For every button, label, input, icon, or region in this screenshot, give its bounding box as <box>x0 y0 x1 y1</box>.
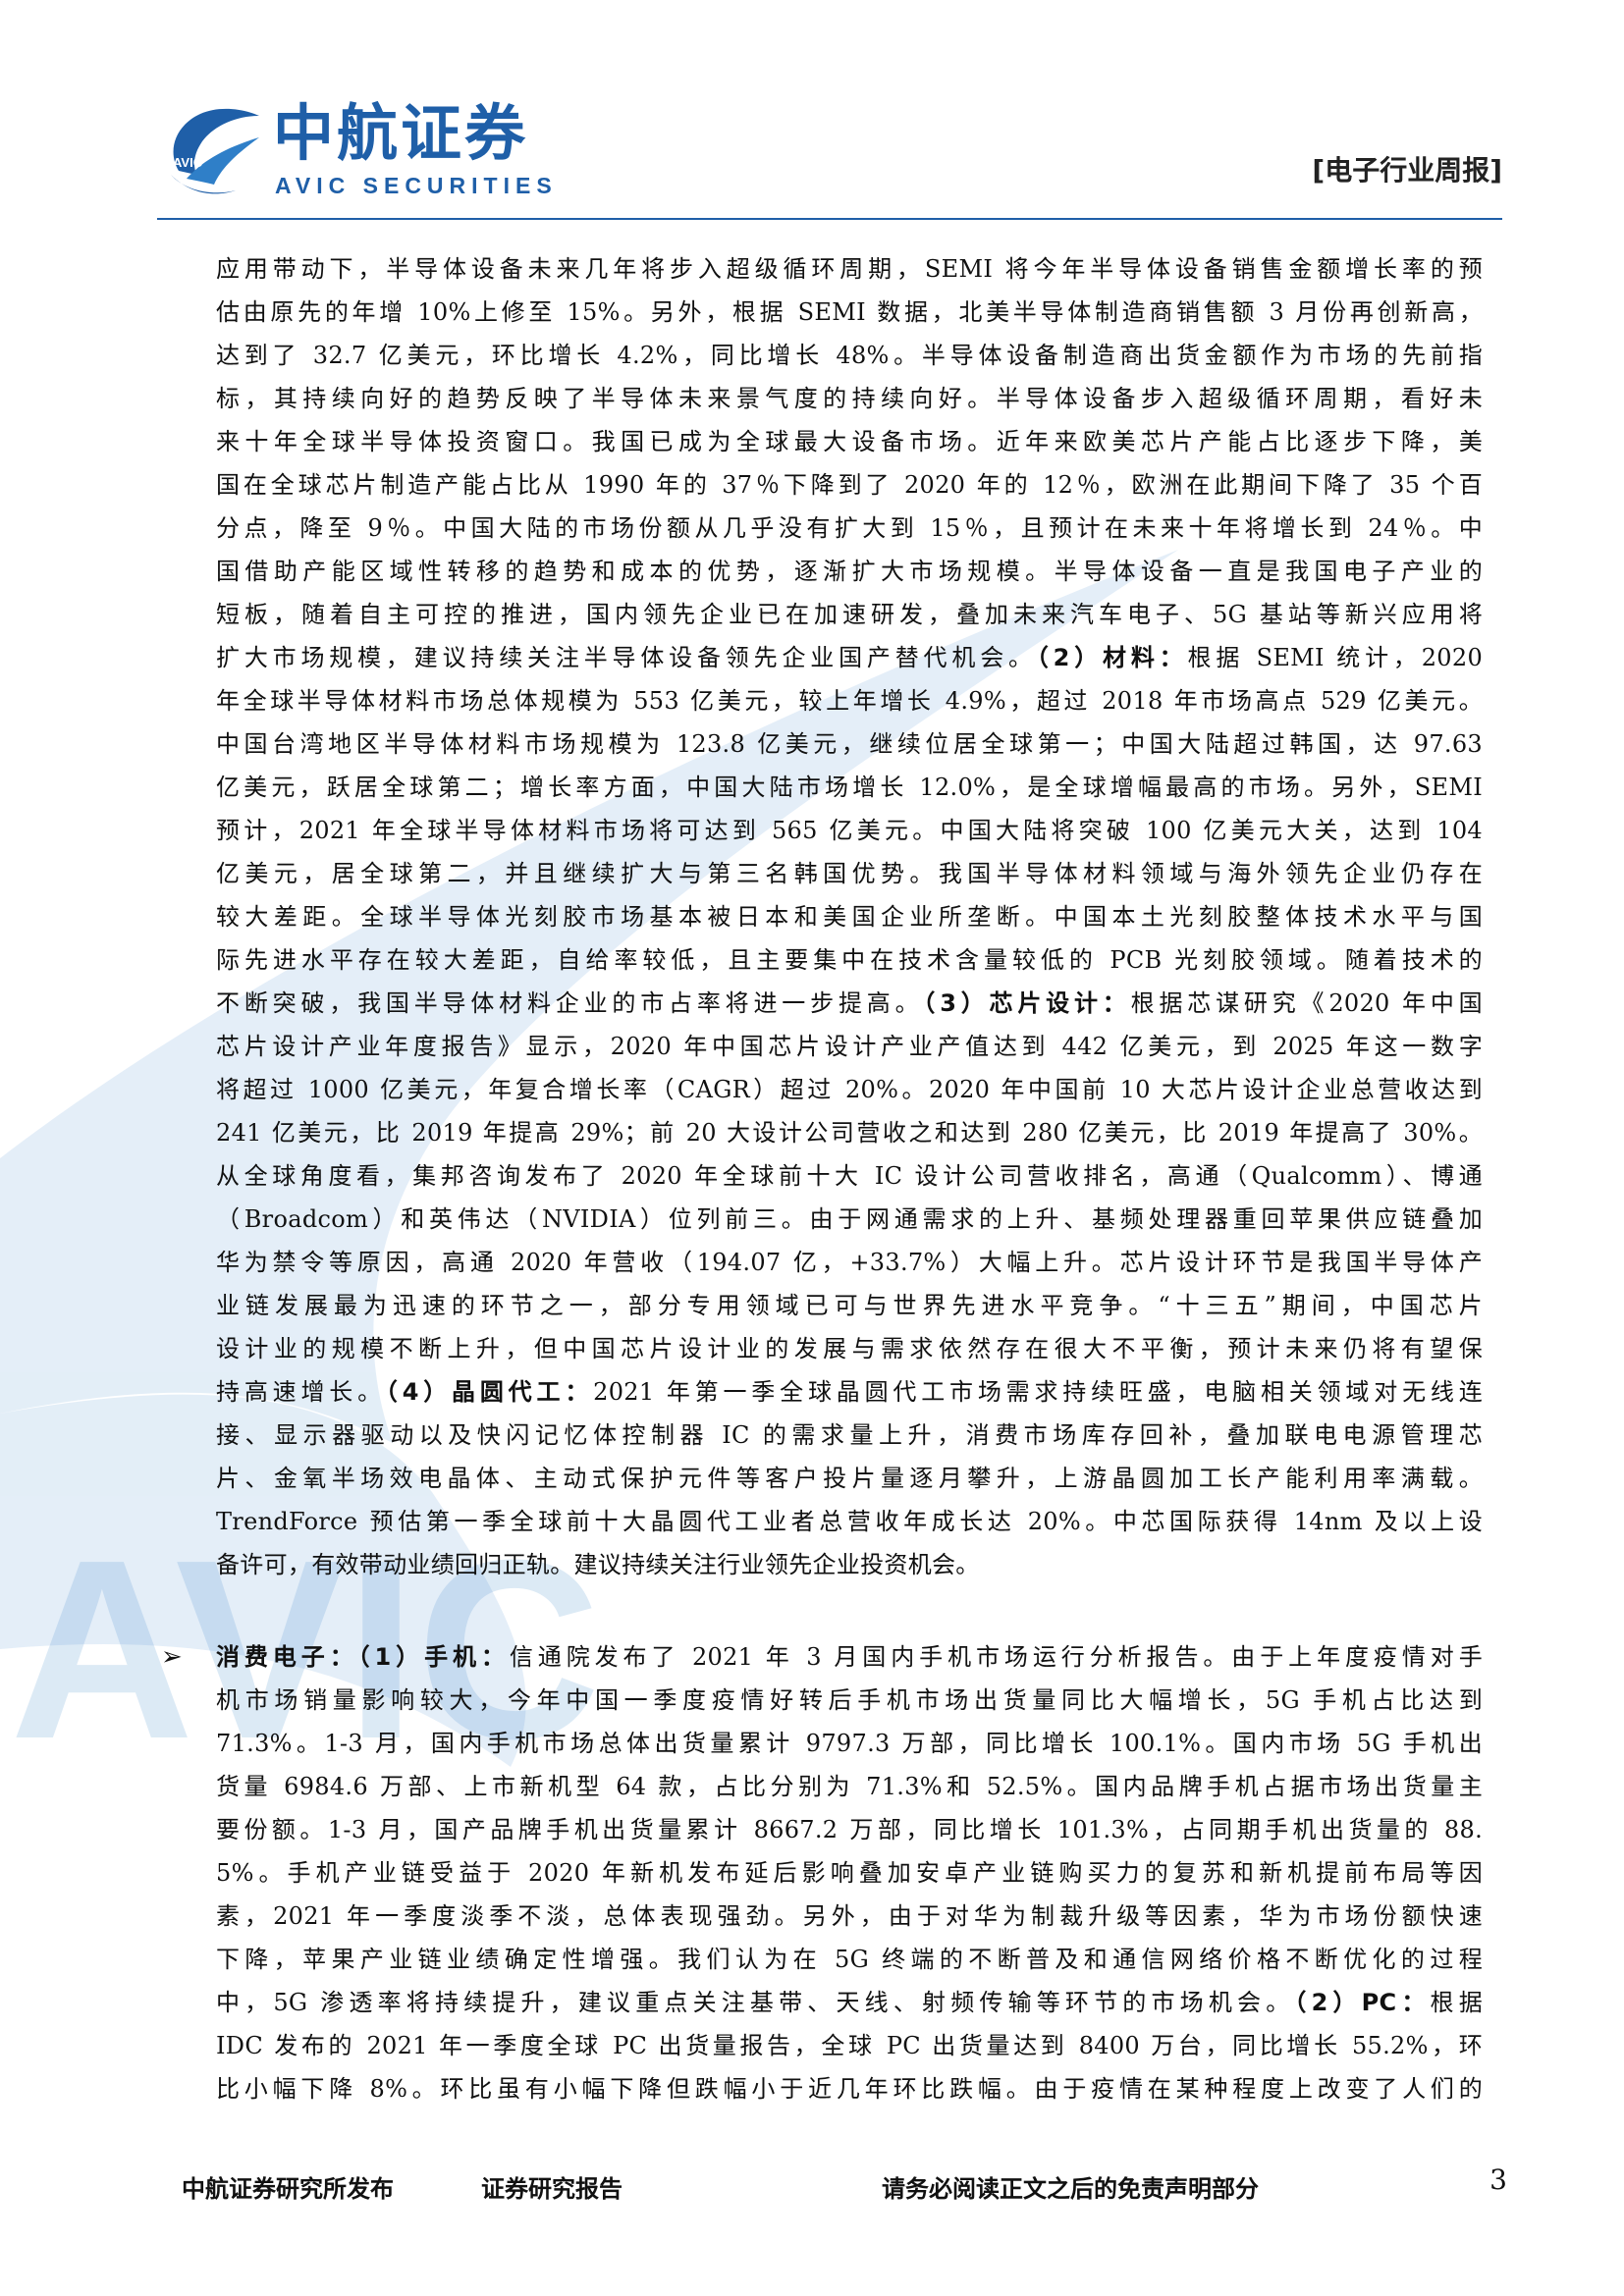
page-header: AVIC 中航证券 AVIC SECURITIES [电子行业周报] <box>157 98 1502 221</box>
text-line: 设计业的规模不断上升，但中国芯片设计业的发展与需求依然存在很大不平衡，预计未来仍… <box>216 1335 1483 1362</box>
text-line: 下降，苹果产业链业绩确定性增强。我们认为在 5G 终端的不断普及和通信网络价格不… <box>216 1946 1483 1973</box>
text-line: 将超过 1000 亿美元，年复合增长率（CAGR）超过 20%。2020 年中国… <box>216 1076 1483 1103</box>
text-line: 71.3%。1-3 月，国内手机市场总体出货量累计 9797.3 万部，同比增长… <box>216 1730 1483 1757</box>
text-run: 根据 SEMI 统计，2020 <box>1187 644 1484 671</box>
paragraph-consumer-electronics: ➢ 消费电子：（1）手机：信通院发布了 2021 年 3 月国内手机市场运行分析… <box>161 1635 1483 2110</box>
text-line: 估由原先的年增 10%上修至 15%。另外，根据 SEMI 数据，北美半导体制造… <box>216 298 1483 326</box>
text-line: 短板，随着自主可控的推进，国内领先企业已在加速研发，叠加未来汽车电子、5G 基站… <box>216 601 1483 628</box>
text-run: 2021 年第一季全球晶圆代工市场需求持续旺盛，电脑相关领域对无线连 <box>593 1378 1483 1406</box>
arrow-bullet-icon: ➢ <box>161 1642 183 1672</box>
text-line: 较大差距。全球半导体光刻胶市场基本被日本和美国企业所垄断。中国本土光刻胶整体技术… <box>216 903 1483 931</box>
text-line: 扩大市场规模，建议持续关注半导体设备领先企业国产替代机会。（2）材料：根据 SE… <box>216 636 1483 679</box>
text-line: 接、显示器驱动以及快闪记忆体控制器 IC 的需求量上升，消费市场库存回补，叠加联… <box>216 1421 1483 1449</box>
text-line: 达到了 32.7 亿美元，环比增长 4.2%，同比增长 48%。半导体设备制造商… <box>216 342 1483 369</box>
text-line: 消费电子：（1）手机：信通院发布了 2021 年 3 月国内手机市场运行分析报告… <box>216 1635 1483 1679</box>
text-line: 中国台湾地区半导体材料市场规模为 123.8 亿美元，继续位居全球第一；中国大陆… <box>216 730 1483 758</box>
text-line: 中，5G 渗透率将持续提升，建议重点关注基带、天线、射频传输等环节的市场机会。（… <box>216 1981 1483 2024</box>
emblem-text: AVIC <box>173 155 203 170</box>
report-type-label: [电子行业周报] <box>1312 154 1502 187</box>
text-line: 亿美元，跃居全球第二；增长率方面，中国大陆市场增长 12.0%，是全球增幅最高的… <box>216 774 1483 801</box>
header-divider <box>157 218 1502 220</box>
text-run: 信通院发布了 2021 年 3 月国内手机市场运行分析报告。由于上年度疫情对手 <box>509 1643 1483 1671</box>
text-run: 中，5G 渗透率将持续提升，建议重点关注基带、天线、射频传输等环节的市场机会。 <box>216 1989 1295 2016</box>
text-line: 分点，降至 9％。中国大陆的市场份额从几乎没有扩大到 15％，且预计在未来十年将… <box>216 514 1483 542</box>
text-line: 5%。手机产业链受益于 2020 年新机发布延后影响叠加安卓产业链购买力的复苏和… <box>216 1859 1483 1887</box>
text-run: 根据 <box>1430 1989 1483 2016</box>
text-line: 应用带动下，半导体设备未来几年将步入超级循环周期，SEMI 将今年半导体设备销售… <box>216 255 1483 283</box>
text-line: 机市场销量影响较大，今年中国一季度疫情好转后手机市场出货量同比大幅增长，5G 手… <box>216 1686 1483 1714</box>
section-heading-pc: （2）PC： <box>1294 1989 1431 2016</box>
text-line: 素，2021 年一季度淡季不淡，总体表现强劲。另外，由于对华为制裁升级等因素，华… <box>216 1902 1483 1930</box>
text-line: 备许可，有效带动业绩回归正轨。建议持续关注行业领先企业投资机会。 <box>216 1551 980 1578</box>
text-line: 预计，2021 年全球半导体材料市场将可达到 565 亿美元。中国大陆将突破 1… <box>216 817 1483 844</box>
text-run: 根据芯谋研究《2020 年中国 <box>1130 989 1483 1017</box>
text-line: 来十年全球半导体投资窗口。我国已成为全球最大设备市场。近年来欧美芯片产能占比逐步… <box>216 428 1483 455</box>
text-line: 业链发展最为迅速的环节之一，部分专用领域已可与世界先进水平竞争。“十三五”期间，… <box>216 1292 1483 1319</box>
logo-english-name: AVIC SECURITIES <box>275 173 558 198</box>
footer-report-kind: 证券研究报告 <box>481 2175 623 2203</box>
text-line: 片、金氧半场效电晶体、主动式保护元件等客户投片量逐月攀升，上游晶圆加工长产能利用… <box>216 1465 1483 1492</box>
report-body: 应用带动下，半导体设备未来几年将步入超级循环周期，SEMI 将今年半导体设备销售… <box>161 247 1483 2110</box>
text-line: TrendForce 预估第一季全球前十大晶圆代工业者总营收年成长达 20%。中… <box>216 1508 1483 1535</box>
logo-chinese-name: 中航证券 <box>273 97 529 169</box>
text-run: 不断突破，我国半导体材料企业的市占率将进一步提高。 <box>216 989 924 1017</box>
text-line: 国借助产能区域性转移的趋势和成本的优势，逐渐扩大市场规模。半导体设备一直是我国电… <box>216 558 1483 585</box>
text-run: 扩大市场规模，建议持续关注半导体设备领先企业国产替代机会。 <box>216 644 1037 671</box>
text-line: 华为禁令等原因，高通 2020 年营收（194.07 亿，+33.7%）大幅上升… <box>216 1249 1483 1276</box>
section-heading-chip-design: （3）芯片设计： <box>923 989 1131 1017</box>
section-heading-materials: （2）材料： <box>1036 644 1188 671</box>
text-line: 从全球角度看，集邦咨询发布了 2020 年全球前十大 IC 设计公司营收排名，高… <box>216 1162 1483 1190</box>
text-line: 货量 6984.6 万部、上市新机型 64 款，占比分别为 71.3%和 52.… <box>216 1773 1483 1800</box>
text-line: 际先进水平存在较大差距，自给率较低，且主要集中在技术含量较低的 PCB 光刻胶领… <box>216 946 1483 974</box>
footer-publisher: 中航证券研究所发布 <box>182 2175 394 2203</box>
text-line: 不断突破，我国半导体材料企业的市占率将进一步提高。（3）芯片设计：根据芯谋研究《… <box>216 982 1483 1025</box>
section-heading-foundry: （4）晶圆代工： <box>385 1378 594 1406</box>
page-footer: 中航证券研究所发布 证券研究报告 请务必阅读正文之后的免责声明部分 3 <box>182 2163 1507 2209</box>
footer-disclaimer: 请务必阅读正文之后的免责声明部分 <box>882 2175 1259 2203</box>
company-logo: AVIC 中航证券 AVIC SECURITIES <box>157 98 619 206</box>
text-line: （Broadcom）和英伟达（NVIDIA）位列前三。由于网通需求的上升、基频处… <box>216 1205 1483 1233</box>
section-heading-consumer-electronics: 消费电子：（1）手机： <box>216 1643 510 1671</box>
text-run: 持高速增长。 <box>216 1378 386 1406</box>
text-line: 241 亿美元，比 2019 年提高 29%；前 20 大设计公司营收之和达到 … <box>216 1119 1483 1147</box>
text-line: IDC 发布的 2021 年一季度全球 PC 出货量报告，全球 PC 出货量达到… <box>216 2032 1483 2059</box>
text-line: 年全球半导体材料市场总体规模为 553 亿美元，较上年增长 4.9%，超过 20… <box>216 687 1483 715</box>
avic-emblem-icon: AVIC <box>171 108 259 194</box>
text-line: 要份额。1-3 月，国产品牌手机出货量累计 8667.2 万部，同比增长 101… <box>216 1816 1483 1843</box>
text-line: 比小幅下降 8%。环比虽有小幅下降但跌幅小于近几年环比跌幅。由于疫情在某种程度上… <box>216 2075 1483 2103</box>
text-line: 持高速增长。（4）晶圆代工：2021 年第一季全球晶圆代工市场需求持续旺盛，电脑… <box>216 1370 1483 1414</box>
text-line: 国在全球芯片制造产能占比从 1990 年的 37％下降到了 2020 年的 12… <box>216 471 1483 499</box>
text-line: 芯片设计产业年度报告》显示，2020 年中国芯片设计产业产值达到 442 亿美元… <box>216 1033 1483 1060</box>
text-line: 亿美元，居全球第二，并且继续扩大与第三名韩国优势。我国半导体材料领域与海外领先企… <box>216 860 1483 887</box>
page-number: 3 <box>1489 2163 1507 2196</box>
text-line: 标，其持续向好的趋势反映了半导体未来景气度的持续向好。半导体设备步入超级循环周期… <box>216 385 1483 412</box>
paragraph-semiconductor: 应用带动下，半导体设备未来几年将步入超级循环周期，SEMI 将今年半导体设备销售… <box>216 247 1483 1586</box>
